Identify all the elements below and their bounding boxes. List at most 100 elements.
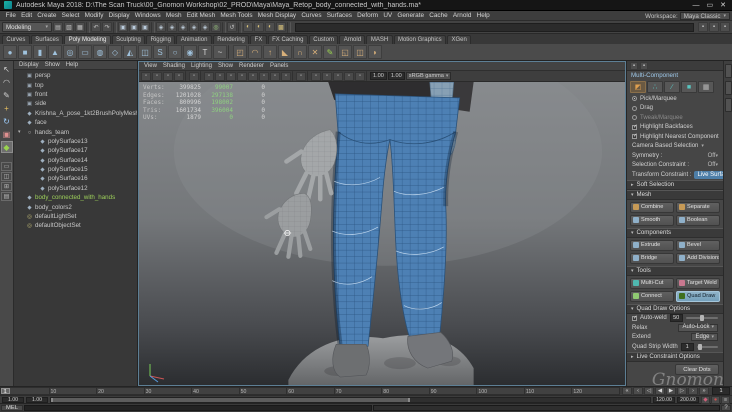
outliner-item[interactable]: top (14, 80, 137, 89)
shelf-icon[interactable] (353, 45, 367, 59)
outliner-menu-item[interactable]: Display (19, 62, 39, 68)
frame-tick[interactable]: 30 (143, 388, 192, 394)
frame-tick[interactable]: 110 (523, 388, 572, 394)
help-icon[interactable] (721, 405, 731, 411)
frame-tick[interactable]: 120 (571, 388, 619, 394)
mesh-button[interactable]: Smooth (630, 214, 674, 226)
component-button[interactable]: Bridge (630, 252, 674, 264)
frame-tick[interactable]: 70 (333, 388, 382, 394)
radio-icon[interactable] (632, 96, 637, 102)
viewport-toolbar-icon[interactable] (307, 71, 310, 81)
current-frame-field[interactable]: 1 (712, 387, 730, 395)
outliner-item[interactable]: polySurface16 (14, 174, 137, 183)
frame-tick[interactable]: 90 (428, 388, 477, 394)
shelf-icon[interactable] (323, 45, 337, 59)
viewport-canvas-area[interactable]: Verts: 399825 99007 0 Edges: 1201028 297… (139, 82, 625, 385)
symmetry-value[interactable]: Off (708, 153, 718, 159)
shelf-tab[interactable]: Animation (176, 35, 212, 44)
viewport-toolbar-icon[interactable] (333, 71, 343, 81)
frame-tick[interactable]: 100 (476, 388, 524, 394)
command-input[interactable] (24, 405, 372, 411)
menu-item[interactable]: Select (59, 12, 82, 19)
outliner-item[interactable]: body_colors2 (14, 202, 137, 211)
sidebar-toggle-icon[interactable] (709, 22, 719, 32)
menu-item[interactable]: Mesh Display (255, 12, 299, 19)
status-icon[interactable] (189, 22, 199, 32)
viewport-toolbar-icon[interactable] (141, 71, 151, 81)
playback-button[interactable] (677, 387, 687, 395)
playback-button[interactable] (644, 387, 654, 395)
playback-button[interactable] (633, 387, 643, 395)
status-icon[interactable] (91, 22, 101, 32)
tool-button[interactable]: Quad Draw (676, 290, 720, 302)
camera-based-selection[interactable]: Camera Based Selection (627, 142, 723, 152)
viewport-toolbar-icon[interactable] (355, 71, 365, 81)
outliner-menu-item[interactable]: Help (66, 62, 78, 68)
animation-end-field[interactable]: 200.00 (677, 396, 699, 403)
tool-button[interactable]: Connect (630, 290, 674, 302)
shelf-icon[interactable] (278, 45, 292, 59)
component-button[interactable]: Extrude (630, 239, 674, 251)
viewport-menu-item[interactable]: Panels (270, 63, 288, 69)
attribute-editor-tab[interactable] (724, 64, 732, 78)
outliner-item[interactable]: polySurface15 (14, 165, 137, 174)
playback-start-field[interactable]: 1.00 (26, 396, 48, 403)
component-mode-icon[interactable] (647, 81, 663, 93)
workspace-selector[interactable]: Workspace: Maya Classic (645, 11, 730, 21)
frame-tick[interactable]: 40 (191, 388, 239, 394)
sidebar-toggle-icon[interactable] (720, 22, 730, 32)
layout-button[interactable] (1, 192, 12, 201)
transform-constraint-row[interactable]: Transform Constraint : Live Surface (627, 170, 723, 180)
status-icon[interactable] (222, 21, 226, 33)
shelf-icon[interactable] (153, 45, 167, 59)
menu-item[interactable]: UV (381, 12, 395, 19)
viewport-toolbar-icon[interactable] (270, 71, 280, 81)
shelf-icon[interactable] (18, 45, 32, 59)
playback-end-field[interactable]: 120.00 (653, 396, 675, 403)
viewport-toolbar-icon[interactable] (281, 71, 291, 81)
quad-strip-width-field[interactable]: 1 (680, 342, 694, 351)
symmetry-row[interactable]: Symmetry : Off (627, 151, 723, 161)
component-mode-icon[interactable] (664, 81, 680, 93)
auto-weld-field[interactable]: 50 (669, 314, 683, 323)
relax-row[interactable]: Relax Auto-Lock (627, 323, 723, 333)
components-section[interactable]: Components (627, 227, 723, 238)
tool-settings-tab[interactable] (724, 81, 732, 95)
status-icon[interactable] (140, 22, 150, 32)
outliner-item[interactable]: defaultObjectSet (14, 221, 137, 230)
tool-button[interactable] (0, 141, 13, 153)
pin-icon[interactable] (630, 61, 638, 70)
mesh-button[interactable]: Combine (630, 201, 674, 213)
shelf-icon[interactable] (228, 45, 232, 59)
viewport-toolbar-icon[interactable] (366, 71, 369, 81)
playback-button[interactable] (699, 387, 709, 395)
gamma-field[interactable]: 1.00 (387, 72, 405, 80)
viewport-menu-item[interactable]: Shading (163, 63, 185, 69)
shelf-icon[interactable] (123, 45, 137, 59)
viewport-toolbar-icon[interactable] (311, 71, 321, 81)
status-icon[interactable] (200, 22, 210, 32)
shelf-tab[interactable]: Motion Graphics (393, 35, 447, 44)
frame-tick[interactable]: 20 (96, 388, 144, 394)
relax-dropdown[interactable]: Auto-Lock (678, 323, 718, 332)
shelf-tab[interactable]: Sculpting (111, 35, 146, 44)
quad-strip-width-row[interactable]: Quad Strip Width 1 (627, 342, 723, 352)
status-icon[interactable] (151, 21, 155, 33)
shelf-icon[interactable] (338, 45, 352, 59)
tool-button[interactable]: Target Weld (676, 277, 720, 289)
sidebar-toggle-icon[interactable] (698, 22, 708, 32)
keying-icon[interactable] (721, 395, 730, 404)
current-frame-marker[interactable]: 1 (1, 388, 10, 395)
outliner-item[interactable]: front (14, 90, 137, 99)
mesh-button[interactable]: Boolean (676, 214, 720, 226)
status-icon[interactable] (75, 22, 85, 32)
status-icon[interactable] (64, 22, 74, 32)
workspace-value[interactable]: Maya Classic (679, 12, 730, 20)
menu-item[interactable]: File (3, 12, 19, 19)
shelf-icon[interactable] (3, 45, 17, 59)
shelf-icon[interactable] (63, 45, 77, 59)
outliner-item[interactable]: body_connected_with_hands (14, 193, 137, 202)
mesh-button[interactable]: Separate (676, 201, 720, 213)
auto-weld-slider[interactable] (685, 315, 718, 322)
module-selector[interactable]: Modeling (2, 22, 52, 32)
